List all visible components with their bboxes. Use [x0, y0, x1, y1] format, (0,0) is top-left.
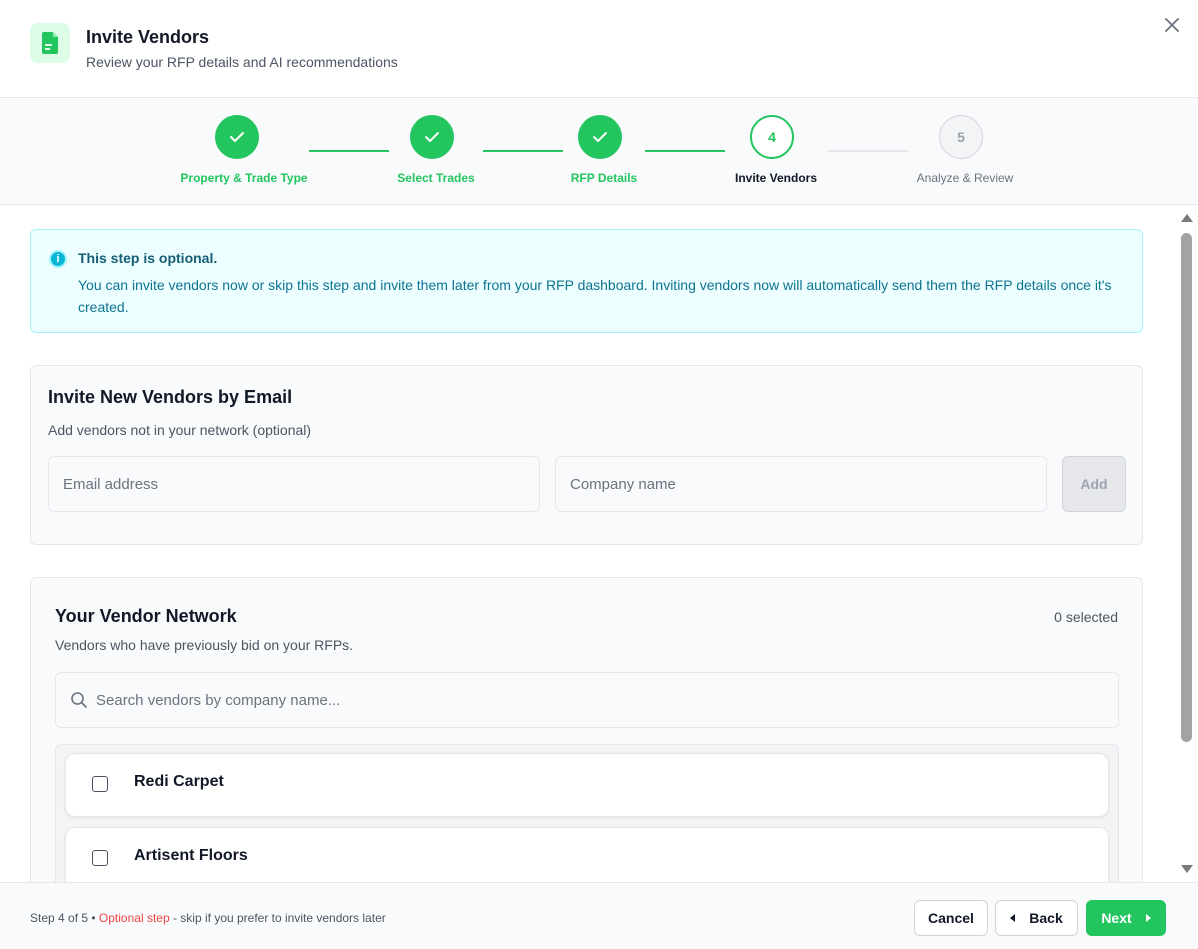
modal-subtitle: Review your RFP details and AI recommend…	[86, 54, 398, 70]
progress-stepper: Property & Trade Type Select Trades RFP …	[0, 98, 1198, 205]
step-1-check-icon	[215, 115, 259, 159]
vendor-search	[55, 672, 1119, 728]
vendor-list: Redi Carpet Artisent Floors	[55, 744, 1119, 882]
back-button[interactable]: Back	[995, 900, 1078, 936]
step-4-label: Invite Vendors	[734, 171, 818, 185]
info-title: This step is optional.	[78, 250, 218, 266]
scroll-thumb[interactable]	[1181, 233, 1192, 742]
optional-step-label: Optional step	[98, 911, 170, 925]
vendor-checkbox[interactable]	[92, 776, 108, 792]
search-icon	[70, 691, 88, 714]
modal-footer: Step 4 of 5 • Optional step - skip if yo…	[0, 882, 1198, 949]
step-connector	[309, 150, 389, 152]
company-name-field[interactable]	[555, 456, 1047, 512]
step-2-label: Select Trades	[397, 171, 475, 185]
skip-hint-text: - skip if you prefer to invite vendors l…	[169, 911, 386, 925]
step-connector	[483, 150, 563, 152]
step-5-number: 5	[939, 115, 983, 159]
vendor-network-title: Your Vendor Network	[55, 606, 237, 626]
step-connector	[828, 150, 908, 152]
email-field[interactable]	[48, 456, 540, 512]
step-connector	[645, 150, 725, 152]
invite-new-subtitle: Add vendors not in your network (optiona…	[48, 422, 312, 438]
modal-title: Invite Vendors	[86, 27, 210, 47]
modal-body: i This step is optional. You can invite …	[0, 205, 1198, 882]
step-3-check-icon	[578, 115, 622, 159]
back-label: Back	[1029, 910, 1063, 926]
footer-step-text: Step 4 of 5 • Optional step - skip if yo…	[30, 911, 386, 925]
vendor-network-card: Your Vendor Network 0 selected Vendors w…	[30, 577, 1143, 882]
invite-new-title: Invite New Vendors by Email	[48, 387, 293, 407]
chevron-right-icon	[1145, 914, 1151, 922]
vendor-name: Artisent Floors	[134, 847, 248, 864]
scroll-up-arrow-icon[interactable]	[1181, 214, 1193, 222]
optional-info-banner: i This step is optional. You can invite …	[30, 229, 1143, 333]
info-text: You can invite vendors now or skip this …	[78, 277, 1112, 315]
close-icon[interactable]	[1161, 14, 1183, 36]
vendor-row[interactable]: Artisent Floors	[65, 827, 1109, 882]
info-icon: i	[49, 250, 67, 268]
vendor-name: Redi Carpet	[134, 773, 224, 790]
document-icon	[30, 23, 70, 63]
step-5-label: Analyze & Review	[916, 171, 1014, 185]
invite-new-vendors-card: Invite New Vendors by Email Add vendors …	[30, 365, 1143, 545]
step-4-number: 4	[750, 115, 794, 159]
vendor-search-input[interactable]	[96, 673, 1106, 727]
step-progress-text: Step 4 of 5 •	[30, 911, 99, 925]
scroll-down-arrow-icon[interactable]	[1181, 865, 1193, 873]
selected-count: 0 selected	[1054, 609, 1118, 625]
cancel-button[interactable]: Cancel	[914, 900, 988, 936]
modal-header: Invite Vendors Review your RFP details a…	[0, 0, 1198, 98]
next-button[interactable]: Next	[1086, 900, 1166, 936]
content-scrollbar[interactable]	[1176, 208, 1198, 882]
vendor-checkbox[interactable]	[92, 850, 108, 866]
cancel-label: Cancel	[928, 910, 974, 926]
vendor-row[interactable]: Redi Carpet	[65, 753, 1109, 817]
chevron-left-icon	[1010, 914, 1016, 922]
step-1-label: Property & Trade Type	[180, 171, 308, 185]
next-label: Next	[1101, 910, 1132, 926]
step-3-label: RFP Details	[570, 171, 638, 185]
add-vendor-button[interactable]: Add	[1062, 456, 1126, 512]
step-2-check-icon	[410, 115, 454, 159]
vendor-network-subtitle: Vendors who have previously bid on your …	[55, 637, 354, 653]
